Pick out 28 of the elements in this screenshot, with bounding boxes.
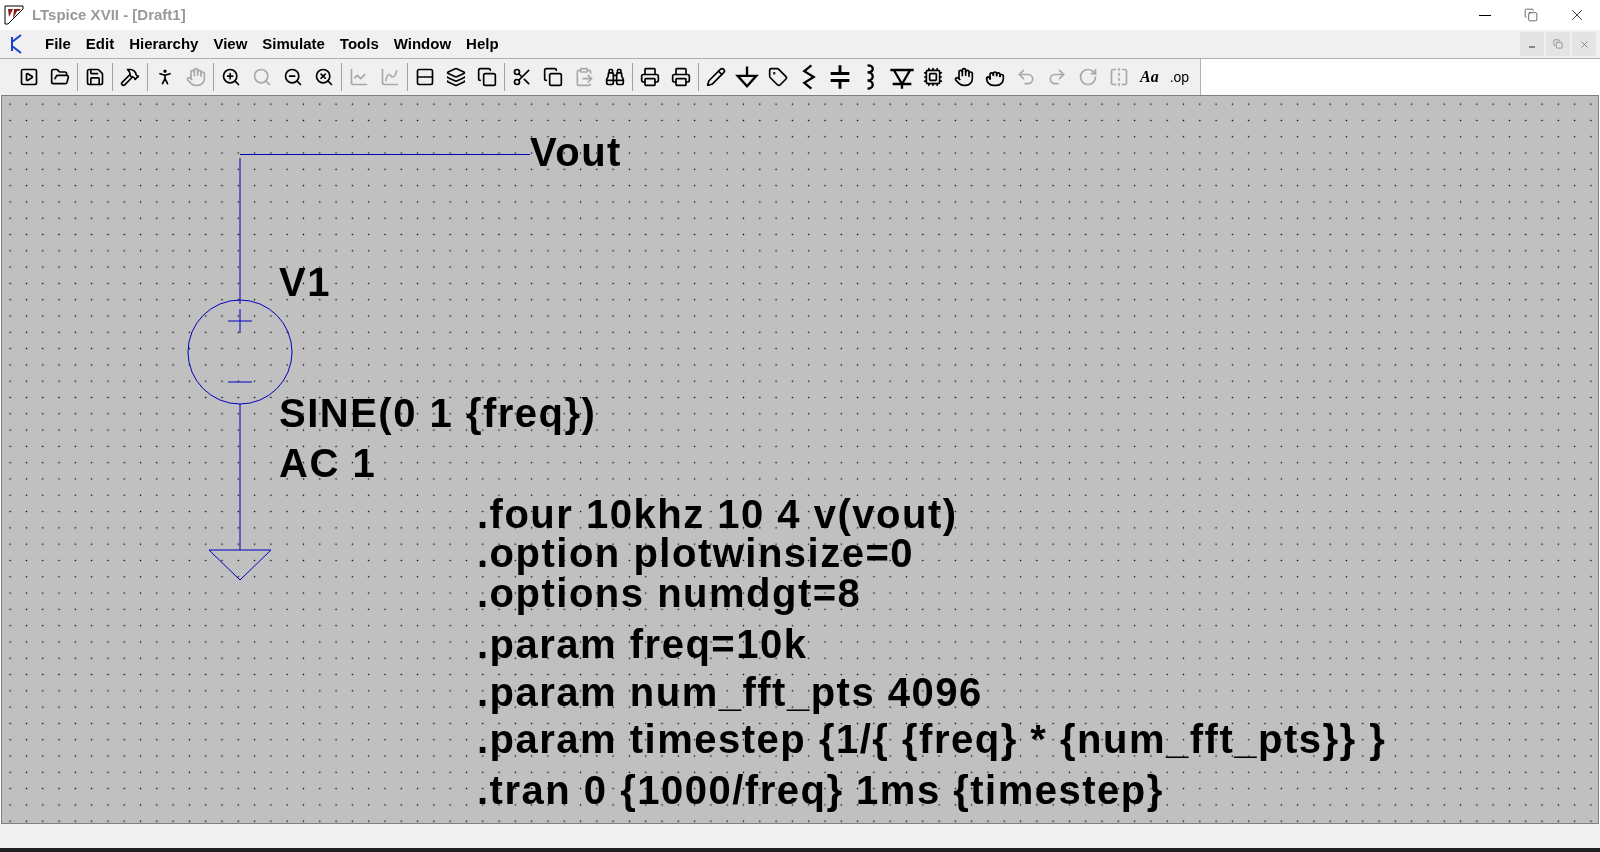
spice-directive: .param timestep {1/{ {freq} * {num_fft_pts}} } bbox=[477, 719, 1387, 759]
spice-directive: .tran 0 {1000/freq} 1ms {timestep} bbox=[477, 770, 1164, 810]
spice-directive: .four 10khz 10 4 v(vout) bbox=[477, 494, 958, 534]
minimize-icon bbox=[1529, 46, 1535, 48]
transistor-icon[interactable] bbox=[8, 33, 24, 55]
component-value: SINE(0 1 {freq}) bbox=[279, 393, 597, 433]
menu-item[interactable]: Simulate bbox=[255, 32, 332, 56]
menu-item[interactable]: Window bbox=[386, 32, 459, 56]
menu-item[interactable]: Help bbox=[459, 32, 506, 56]
menu-item[interactable]: Tools bbox=[332, 32, 386, 56]
component-value: AC 1 bbox=[279, 443, 377, 483]
spice-directive-tool[interactable]: .op bbox=[1165, 63, 1194, 91]
menu-item[interactable]: Edit bbox=[78, 32, 122, 56]
minimize-icon bbox=[1479, 14, 1491, 16]
app-logo-icon bbox=[4, 5, 24, 25]
text-tool[interactable]: Aa bbox=[1136, 63, 1163, 91]
menu-item[interactable]: View bbox=[206, 32, 255, 56]
spice-directive: .param freq=10k bbox=[477, 624, 808, 664]
window-title: LTspice XVII - [Draft1] bbox=[32, 4, 186, 25]
close-icon bbox=[1578, 38, 1590, 50]
restore-icon bbox=[1553, 39, 1563, 49]
menu-item[interactable]: File bbox=[38, 32, 78, 56]
restore-icon bbox=[1524, 8, 1538, 22]
net-label: Vout bbox=[530, 132, 622, 172]
menu-item[interactable]: Hierarchy bbox=[122, 32, 206, 56]
component-name: V1 bbox=[279, 262, 331, 302]
spice-directive: .param num_fft_pts 4096 bbox=[477, 672, 983, 712]
ground-symbol bbox=[208, 549, 272, 581]
